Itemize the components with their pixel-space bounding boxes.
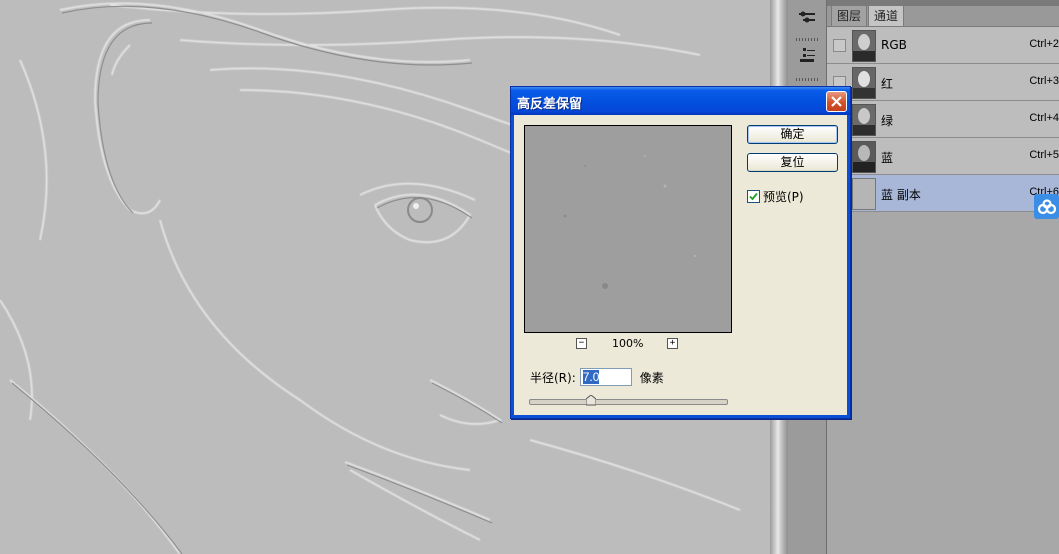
radius-input[interactable]: 7.0 <box>579 368 632 386</box>
channel-name: 蓝 <box>881 151 894 165</box>
ok-button[interactable]: 确定 <box>747 125 838 144</box>
channel-name: 红 <box>881 77 894 91</box>
channel-thumbnail <box>852 67 876 99</box>
radius-unit: 像素 <box>639 370 664 385</box>
channel-shortcut: Ctrl+4 <box>1029 112 1059 124</box>
check-icon <box>749 192 758 201</box>
visibility-toggle[interactable] <box>833 39 846 52</box>
zoom-out-button[interactable]: − <box>576 338 587 349</box>
channel-name: 绿 <box>881 114 894 128</box>
channel-name: RGB <box>881 38 907 52</box>
close-icon <box>831 96 842 107</box>
channel-shortcut: Ctrl+5 <box>1029 149 1059 161</box>
channel-thumbnail <box>852 141 876 173</box>
channels-panel: 图层 通道 RGB Ctrl+2 红 Ctrl+3 绿 Ctrl+4 蓝 Ctr… <box>827 0 1059 554</box>
close-button[interactable] <box>826 91 847 112</box>
channel-thumbnail <box>852 30 876 62</box>
tab-channels[interactable]: 通道 <box>868 5 905 26</box>
tool-grip[interactable] <box>796 38 818 41</box>
zoom-in-button[interactable]: + <box>667 338 678 349</box>
tab-layers[interactable]: 图层 <box>831 5 868 26</box>
filter-preview[interactable] <box>524 125 732 333</box>
float-link-icon[interactable] <box>1034 194 1059 219</box>
panel-tabs: 图层 通道 <box>827 5 1059 27</box>
tool-grip[interactable] <box>796 78 818 81</box>
channel-name: 蓝 副本 <box>881 188 921 202</box>
channel-row[interactable]: 红 Ctrl+3 <box>827 64 1059 101</box>
preview-checkbox[interactable]: 预览(P) <box>747 188 804 205</box>
preview-label: 预览(P) <box>763 190 804 204</box>
channel-shortcut: Ctrl+3 <box>1029 75 1059 87</box>
channel-shortcut: Ctrl+2 <box>1029 38 1059 50</box>
tool-stack-icon[interactable] <box>795 46 819 64</box>
dialog-title: 高反差保留 <box>517 97 583 112</box>
radius-value: 7.0 <box>582 370 600 384</box>
channel-row[interactable]: 蓝 Ctrl+5 <box>827 138 1059 175</box>
channel-thumbnail <box>852 104 876 136</box>
checkbox-box[interactable] <box>747 190 760 203</box>
reset-button[interactable]: 复位 <box>747 153 838 172</box>
radius-label: 半径(R): <box>530 370 576 385</box>
channel-row[interactable]: RGB Ctrl+2 <box>827 27 1059 64</box>
channel-thumbnail <box>852 178 876 210</box>
radius-row: 半径(R): 7.0 像素 <box>530 368 664 386</box>
tool-brush-icon[interactable] <box>795 8 819 26</box>
radius-slider[interactable] <box>529 395 728 406</box>
dialog-title-bar[interactable]: 高反差保留 <box>511 87 850 115</box>
zoom-level: 100% <box>612 337 644 350</box>
high-pass-dialog: 高反差保留 − 100% + 确定 复位 预览(P) 半径(R): 7.0 像素 <box>510 86 851 419</box>
slider-thumb[interactable] <box>586 395 596 406</box>
channel-row[interactable]: 绿 Ctrl+4 <box>827 101 1059 138</box>
channel-row-selected[interactable]: 蓝 副本 Ctrl+6 <box>827 175 1059 212</box>
